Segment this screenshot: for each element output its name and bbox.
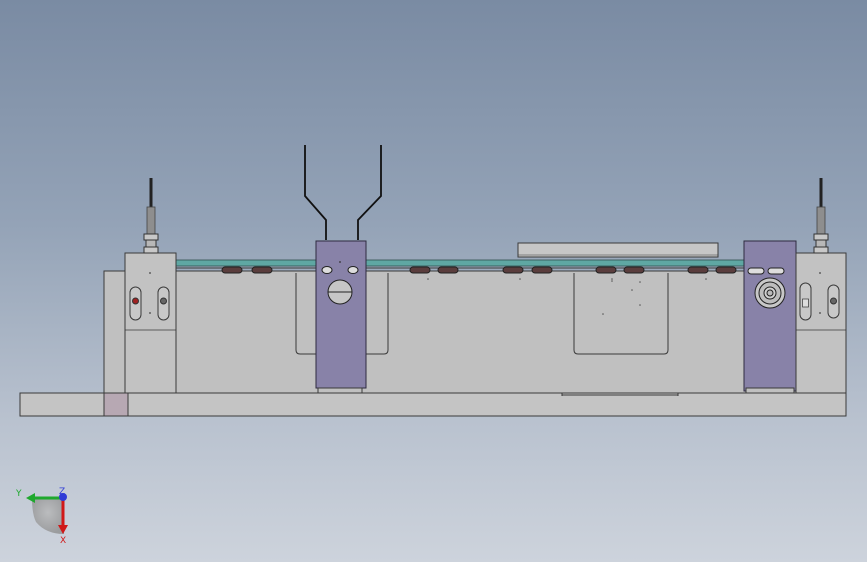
roller-3 (409, 266, 431, 274)
roller-1 (221, 266, 243, 274)
assembly-drawing[interactable]: Y Z X (0, 0, 867, 562)
right-clamp-block (743, 240, 797, 394)
roller-10 (715, 266, 737, 274)
top-plate (517, 242, 719, 258)
roller-8 (623, 266, 645, 274)
roller-5 (502, 266, 524, 274)
base-plate (19, 392, 847, 417)
roller-4 (437, 266, 459, 274)
center-clamp-block (315, 240, 367, 394)
roller-7 (595, 266, 617, 274)
roller-6 (531, 266, 553, 274)
left-end-bracket (124, 252, 177, 394)
coordinate-triad: Y Z X (15, 487, 68, 546)
right-end-bracket (795, 252, 847, 394)
roller-2 (251, 266, 273, 274)
roller-9 (687, 266, 709, 274)
y-axis-label: Y (15, 489, 22, 499)
z-axis-label: Z (59, 487, 65, 497)
main-body (103, 270, 819, 394)
right-sensor (813, 178, 829, 254)
x-axis-label: X (60, 536, 66, 546)
left-sensor (143, 178, 159, 254)
gripper-fingers (304, 145, 382, 240)
cad-viewport[interactable]: Y Z X (0, 0, 867, 562)
